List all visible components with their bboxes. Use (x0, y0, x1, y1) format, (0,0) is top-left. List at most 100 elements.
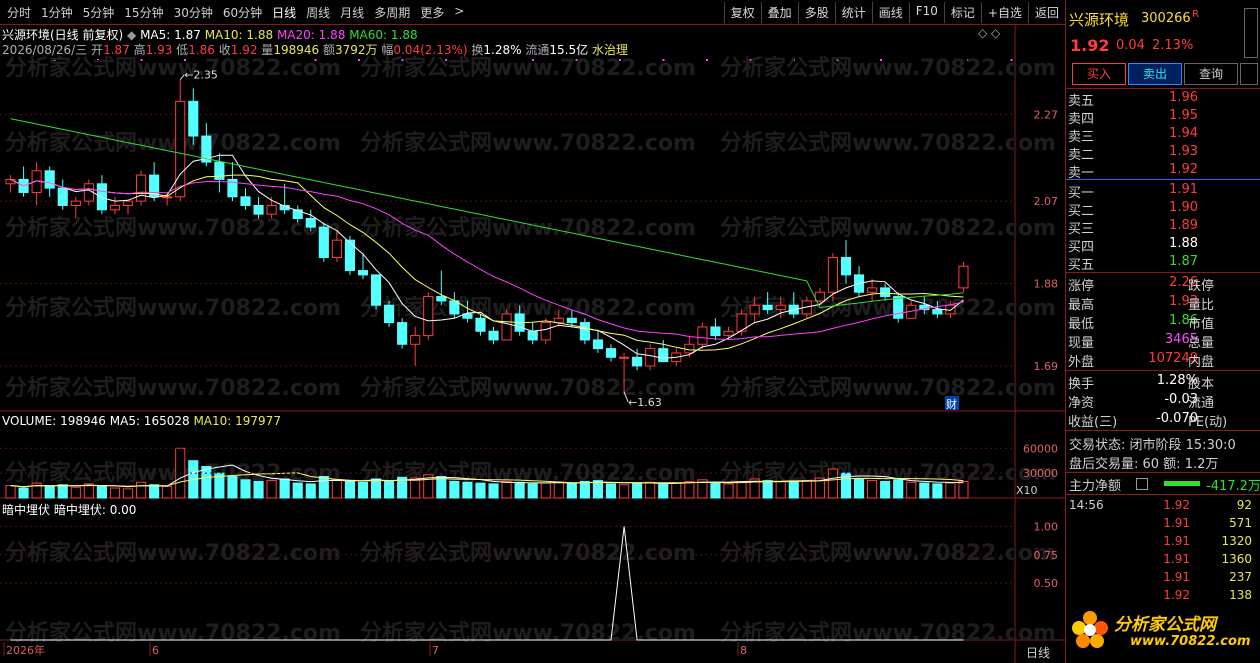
sell-button[interactable]: 卖出 (1128, 63, 1182, 85)
volume-bar[interactable] (410, 477, 421, 499)
more-button[interactable] (1240, 63, 1258, 85)
volume-bar[interactable] (149, 484, 160, 499)
candle-body[interactable] (605, 348, 617, 358)
candle-body[interactable] (357, 270, 369, 276)
volume-bar[interactable] (762, 480, 773, 499)
volume-bar[interactable] (305, 483, 316, 499)
volume-bar[interactable] (384, 480, 395, 499)
volume-bar[interactable] (684, 480, 695, 499)
volume-bar[interactable] (880, 480, 891, 499)
buy-button[interactable]: 买入 (1072, 63, 1126, 85)
candle-body[interactable] (135, 174, 147, 202)
volume-bar[interactable] (501, 480, 512, 499)
volume-bar[interactable] (122, 488, 134, 499)
candle-body[interactable] (188, 100, 199, 137)
candle-body[interactable] (175, 100, 186, 198)
volume-bar[interactable] (331, 479, 342, 499)
volume-bar[interactable] (801, 480, 812, 499)
candle-body[interactable] (96, 183, 107, 211)
volume-bar[interactable] (853, 478, 865, 499)
candle-body[interactable] (253, 204, 264, 215)
volume-bar[interactable] (109, 487, 121, 499)
candle-body[interactable] (814, 291, 825, 302)
candle-body[interactable] (893, 296, 904, 319)
candle-body[interactable] (410, 335, 421, 345)
candle-body[interactable] (344, 239, 356, 272)
candle-body[interactable] (579, 322, 590, 341)
volume-bar[interactable] (579, 480, 590, 499)
volume-bar[interactable] (18, 487, 29, 499)
candle-body[interactable] (240, 196, 251, 206)
volume-bar[interactable] (57, 484, 68, 499)
candle-body[interactable] (44, 170, 55, 189)
volume-bar[interactable] (292, 482, 303, 499)
volume-bar[interactable] (462, 481, 473, 499)
volume-bar[interactable] (867, 480, 878, 499)
candle-body[interactable] (5, 178, 16, 185)
volume-bar[interactable] (906, 481, 917, 499)
volume-bar[interactable] (475, 482, 486, 499)
volume-bar[interactable] (70, 486, 81, 499)
main-flow-icon[interactable] (1136, 478, 1148, 490)
candle-body[interactable] (475, 317, 486, 332)
candle-body[interactable] (618, 356, 630, 359)
volume-bar[interactable] (227, 475, 238, 499)
volume-bar[interactable] (135, 481, 147, 499)
volume-bar[interactable] (279, 478, 290, 499)
volume-bar[interactable] (344, 480, 356, 499)
candle-body[interactable] (932, 309, 943, 315)
volume-bar[interactable] (162, 485, 173, 499)
candle-body[interactable] (109, 204, 121, 211)
candle-body[interactable] (266, 204, 277, 215)
volume-bar[interactable] (932, 483, 943, 499)
volume-bar[interactable] (632, 482, 643, 499)
candle-body[interactable] (553, 317, 564, 324)
query-button[interactable]: 查询 (1184, 63, 1238, 85)
candle-body[interactable] (57, 187, 68, 206)
volume-bar[interactable] (240, 479, 251, 499)
volume-bar[interactable] (357, 481, 369, 499)
volume-bar[interactable] (945, 482, 956, 499)
volume-bar[interactable] (566, 482, 577, 499)
candle-body[interactable] (723, 330, 734, 337)
volume-bar[interactable] (723, 483, 734, 499)
candle-body[interactable] (840, 257, 852, 276)
candle-body[interactable] (397, 322, 408, 345)
volume-bar[interactable] (5, 485, 16, 499)
volume-bar[interactable] (449, 480, 460, 499)
volume-bar[interactable] (514, 481, 525, 499)
volume-bar[interactable] (436, 475, 447, 499)
volume-bar[interactable] (788, 481, 799, 499)
candle-body[interactable] (162, 196, 173, 199)
volume-bar[interactable] (96, 485, 107, 499)
volume-bar[interactable] (736, 480, 747, 499)
volume-bar[interactable] (893, 479, 904, 499)
candle-body[interactable] (958, 265, 969, 289)
candle-body[interactable] (122, 200, 134, 206)
candle-body[interactable] (384, 304, 395, 324)
volume-bar[interactable] (540, 482, 551, 499)
candle-body[interactable] (423, 296, 434, 337)
candle-body[interactable] (867, 287, 878, 293)
candle-body[interactable] (540, 322, 551, 341)
volume-bar[interactable] (527, 483, 538, 499)
candle-body[interactable] (710, 326, 721, 337)
volume-bar[interactable] (370, 478, 382, 499)
volume-bar[interactable] (488, 483, 499, 499)
candle-body[interactable] (370, 274, 382, 306)
candle-body[interactable] (658, 348, 669, 363)
candle-body[interactable] (827, 257, 839, 293)
volume-bar[interactable] (958, 481, 969, 499)
candle-body[interactable] (83, 183, 94, 202)
candle-body[interactable] (632, 356, 643, 367)
candle-body[interactable] (488, 330, 499, 341)
candle-body[interactable] (762, 304, 773, 311)
volume-bar[interactable] (618, 484, 630, 499)
volume-bar[interactable] (658, 483, 669, 499)
candle-body[interactable] (749, 304, 760, 315)
chart-area[interactable]: 分析家公式网www.70822.com 分析家公式网www.70822.com 分析… (0, 0, 1065, 663)
volume-bar[interactable] (919, 482, 930, 499)
candle-body[interactable] (527, 330, 538, 341)
volume-bar[interactable] (253, 480, 264, 499)
volume-bar[interactable] (592, 480, 604, 499)
